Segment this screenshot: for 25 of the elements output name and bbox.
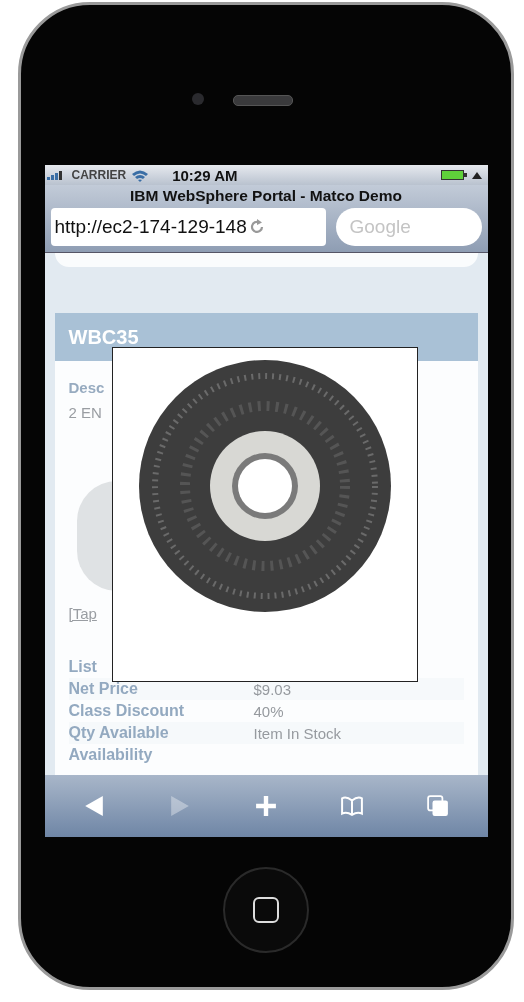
speaker-icon bbox=[233, 95, 293, 106]
detail-label: Qty Available bbox=[68, 724, 170, 742]
plus-icon[interactable] bbox=[254, 795, 277, 817]
detail-label: Net Price bbox=[68, 680, 139, 698]
detail-value: Item In Stock bbox=[253, 724, 342, 742]
wifi-icon bbox=[131, 168, 150, 182]
search-field[interactable]: Google bbox=[335, 208, 482, 246]
camera-icon bbox=[192, 93, 204, 105]
location-arrow-icon bbox=[471, 171, 482, 179]
address-field[interactable]: http://ec2-174-129-148 bbox=[50, 208, 326, 246]
carrier-name: CARRIER bbox=[71, 168, 127, 182]
pages-icon[interactable] bbox=[427, 795, 450, 817]
detail-value: $9.03 bbox=[253, 680, 292, 698]
description-label: Desc bbox=[68, 379, 105, 396]
square-icon bbox=[253, 897, 279, 923]
page-title: IBM WebSphere Portal - Matco Demo bbox=[129, 187, 403, 205]
detail-value: 40% bbox=[253, 702, 284, 720]
detail-label: Availability bbox=[68, 746, 154, 764]
book-icon[interactable] bbox=[341, 795, 364, 817]
clock-time: 10:29 AM bbox=[172, 166, 238, 184]
description-text: 2 EN bbox=[68, 404, 102, 421]
detail-label: List bbox=[68, 658, 98, 676]
product-code: WBC35 bbox=[68, 325, 139, 349]
battery-icon bbox=[440, 170, 467, 180]
detail-label: Class Discount bbox=[68, 702, 186, 720]
